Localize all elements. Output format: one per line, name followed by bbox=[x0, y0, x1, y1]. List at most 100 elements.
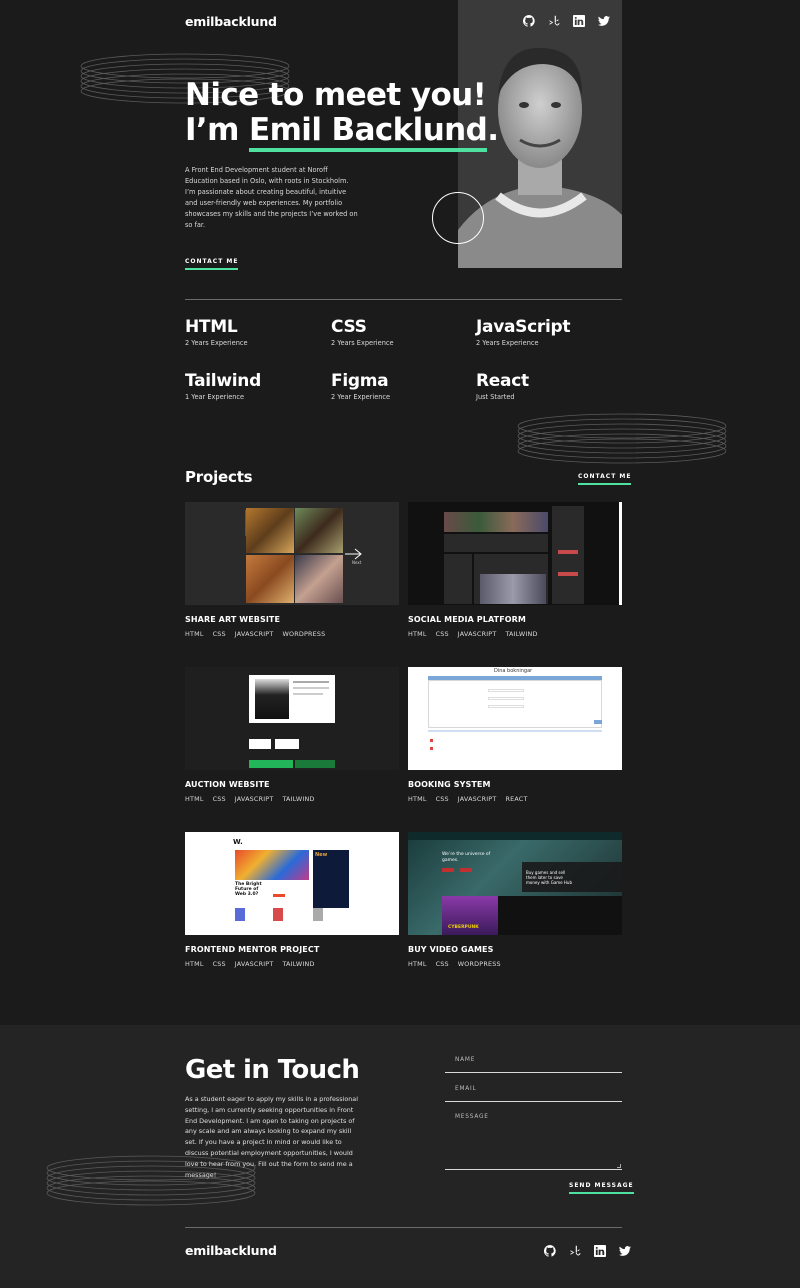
skill-years: 2 Year Experience bbox=[331, 393, 391, 401]
project-tag: WORDPRESS bbox=[457, 960, 501, 968]
project-tags: HTML CSS JAVASCRIPT TAILWIND bbox=[408, 630, 622, 638]
thumb-next-label: Next bbox=[352, 560, 362, 565]
project-tag: HTML bbox=[185, 630, 204, 638]
project-tags: HTML CSS JAVASCRIPT TAILWIND bbox=[185, 795, 399, 803]
project-title: SOCIAL MEDIA PLATFORM bbox=[408, 615, 526, 624]
project-tag: JAVASCRIPT bbox=[234, 795, 274, 803]
project-tag: CSS bbox=[435, 960, 449, 968]
footer-social-links bbox=[543, 1244, 631, 1257]
hero-name: Emil Backlund bbox=[249, 112, 488, 152]
project-tag: REACT bbox=[505, 795, 528, 803]
portfolio-page: emilbacklund Nice to meet you! I’m Emil … bbox=[0, 0, 800, 1288]
resize-handle-icon[interactable] bbox=[617, 1164, 621, 1168]
project-title: AUCTION WEBSITE bbox=[185, 780, 270, 789]
hero-title: Nice to meet you! I’m Emil Backlund. bbox=[185, 77, 505, 152]
thumb-news-title: The Bright Future of Web 3.0? bbox=[235, 882, 262, 897]
projects-contact-button[interactable]: CONTACT ME bbox=[578, 473, 632, 485]
project-tag: CSS bbox=[435, 795, 449, 803]
message-field[interactable]: MESSAGE bbox=[445, 1114, 622, 1170]
github-icon[interactable] bbox=[543, 1244, 556, 1257]
project-thumbnail[interactable] bbox=[185, 667, 399, 770]
project-tag: TAILWIND bbox=[505, 630, 538, 638]
thumb-booking-heading: Dina bokningar bbox=[494, 668, 533, 674]
thumb-game-banner: Buy games and sell them later to save mo… bbox=[526, 870, 572, 885]
name-label: NAME bbox=[455, 1057, 476, 1063]
footer-divider bbox=[185, 1227, 622, 1228]
hero-divider bbox=[185, 299, 622, 300]
project-tag: HTML bbox=[408, 960, 427, 968]
skill-name: CSS bbox=[331, 317, 367, 337]
linkedin-icon[interactable] bbox=[593, 1244, 606, 1257]
thumb-news-new: New bbox=[315, 852, 328, 858]
project-tag: WORDPRESS bbox=[282, 630, 326, 638]
project-card-auction[interactable]: AUCTION WEBSITE HTML CSS JAVASCRIPT TAIL… bbox=[185, 667, 399, 803]
footer-logo[interactable]: emilbacklund bbox=[185, 1243, 277, 1258]
skill-years: Just Started bbox=[476, 393, 515, 401]
project-tag: JAVASCRIPT bbox=[457, 795, 497, 803]
project-card-share-art[interactable]: Next SHARE ART WEBSITE HTML CSS JAVASCRI… bbox=[185, 502, 399, 638]
hero-intro: A Front End Development student at Norof… bbox=[185, 166, 358, 229]
project-tag: HTML bbox=[185, 795, 204, 803]
header-logo[interactable]: emilbacklund bbox=[185, 14, 277, 29]
skill-years: 2 Years Experience bbox=[185, 339, 248, 347]
skill-name: React bbox=[476, 371, 529, 391]
project-tag: JAVASCRIPT bbox=[457, 630, 497, 638]
project-title: BUY VIDEO GAMES bbox=[408, 945, 494, 954]
hero-title-line1: Nice to meet you! bbox=[185, 77, 487, 113]
project-tags: HTML CSS JAVASCRIPT TAILWIND bbox=[185, 960, 399, 968]
email-label: EMAIL bbox=[455, 1086, 477, 1092]
skill-css: CSS 2 Years Experience bbox=[331, 317, 394, 347]
github-icon[interactable] bbox=[522, 14, 535, 27]
project-tag: CSS bbox=[212, 630, 226, 638]
hero-title-line2: I’m Emil Backlund. bbox=[185, 112, 505, 152]
linkedin-icon[interactable] bbox=[572, 14, 585, 27]
project-tag: JAVASCRIPT bbox=[234, 960, 274, 968]
send-message-button[interactable]: SEND MESSAGE bbox=[569, 1182, 634, 1194]
project-thumbnail[interactable]: We’re the universe of games. Buy games a… bbox=[408, 832, 622, 935]
skill-tailwind: Tailwind 1 Year Experience bbox=[185, 371, 261, 401]
skill-name: JavaScript bbox=[476, 317, 571, 337]
skill-html: HTML 2 Years Experience bbox=[185, 317, 248, 347]
name-field[interactable]: NAME bbox=[445, 1057, 622, 1073]
rings-decoration-right bbox=[515, 410, 729, 468]
hero-title-prefix: I’m bbox=[185, 112, 250, 148]
skill-years: 2 Years Experience bbox=[476, 339, 539, 347]
frontend-mentor-icon[interactable] bbox=[547, 14, 560, 27]
circle-decoration bbox=[432, 192, 484, 244]
project-tag: HTML bbox=[408, 630, 427, 638]
thumb-game-poster: CYBERPUNK bbox=[448, 925, 479, 930]
project-title: SHARE ART WEBSITE bbox=[185, 615, 281, 624]
project-tag: JAVASCRIPT bbox=[234, 630, 274, 638]
frontend-mentor-icon[interactable] bbox=[568, 1244, 581, 1257]
thumb-game-headline: We’re the universe of games. bbox=[442, 852, 491, 863]
project-tag: CSS bbox=[435, 630, 449, 638]
contact-section bbox=[0, 1025, 800, 1288]
project-tag: TAILWIND bbox=[282, 960, 315, 968]
message-label: MESSAGE bbox=[455, 1114, 489, 1120]
skill-name: Tailwind bbox=[185, 371, 261, 391]
projects-heading: Projects bbox=[185, 468, 253, 486]
project-thumbnail[interactable]: Dina bokningar bbox=[408, 667, 622, 770]
project-tags: HTML CSS JAVASCRIPT WORDPRESS bbox=[185, 630, 399, 638]
twitter-icon[interactable] bbox=[618, 1244, 631, 1257]
email-field[interactable]: EMAIL bbox=[445, 1086, 622, 1102]
project-tags: HTML CSS WORDPRESS bbox=[408, 960, 622, 968]
skill-react: React Just Started bbox=[476, 371, 529, 401]
twitter-icon[interactable] bbox=[597, 14, 610, 27]
project-card-video-games[interactable]: We’re the universe of games. Buy games a… bbox=[408, 832, 622, 968]
project-thumbnail[interactable]: Next bbox=[185, 502, 399, 605]
project-thumbnail[interactable]: W. New The Bright Future of Web 3.0? bbox=[185, 832, 399, 935]
skill-name: HTML bbox=[185, 317, 238, 337]
project-card-frontend-mentor[interactable]: W. New The Bright Future of Web 3.0? FRO… bbox=[185, 832, 399, 968]
skill-javascript: JavaScript 2 Years Experience bbox=[476, 317, 570, 347]
project-card-booking[interactable]: Dina bokningar BOOKING SYSTEM HTML CSS J… bbox=[408, 667, 622, 803]
project-card-social-media[interactable]: SOCIAL MEDIA PLATFORM HTML CSS JAVASCRIP… bbox=[408, 502, 622, 638]
skill-years: 1 Year Experience bbox=[185, 393, 245, 401]
project-thumbnail[interactable] bbox=[408, 502, 622, 605]
project-title: FRONTEND MENTOR PROJECT bbox=[185, 945, 320, 954]
skill-years: 2 Years Experience bbox=[331, 339, 394, 347]
project-tag: CSS bbox=[212, 960, 226, 968]
project-tags: HTML CSS JAVASCRIPT REACT bbox=[408, 795, 622, 803]
contact-text: As a student eager to apply my skills in… bbox=[185, 1095, 358, 1179]
hero-contact-button[interactable]: CONTACT ME bbox=[185, 258, 239, 270]
